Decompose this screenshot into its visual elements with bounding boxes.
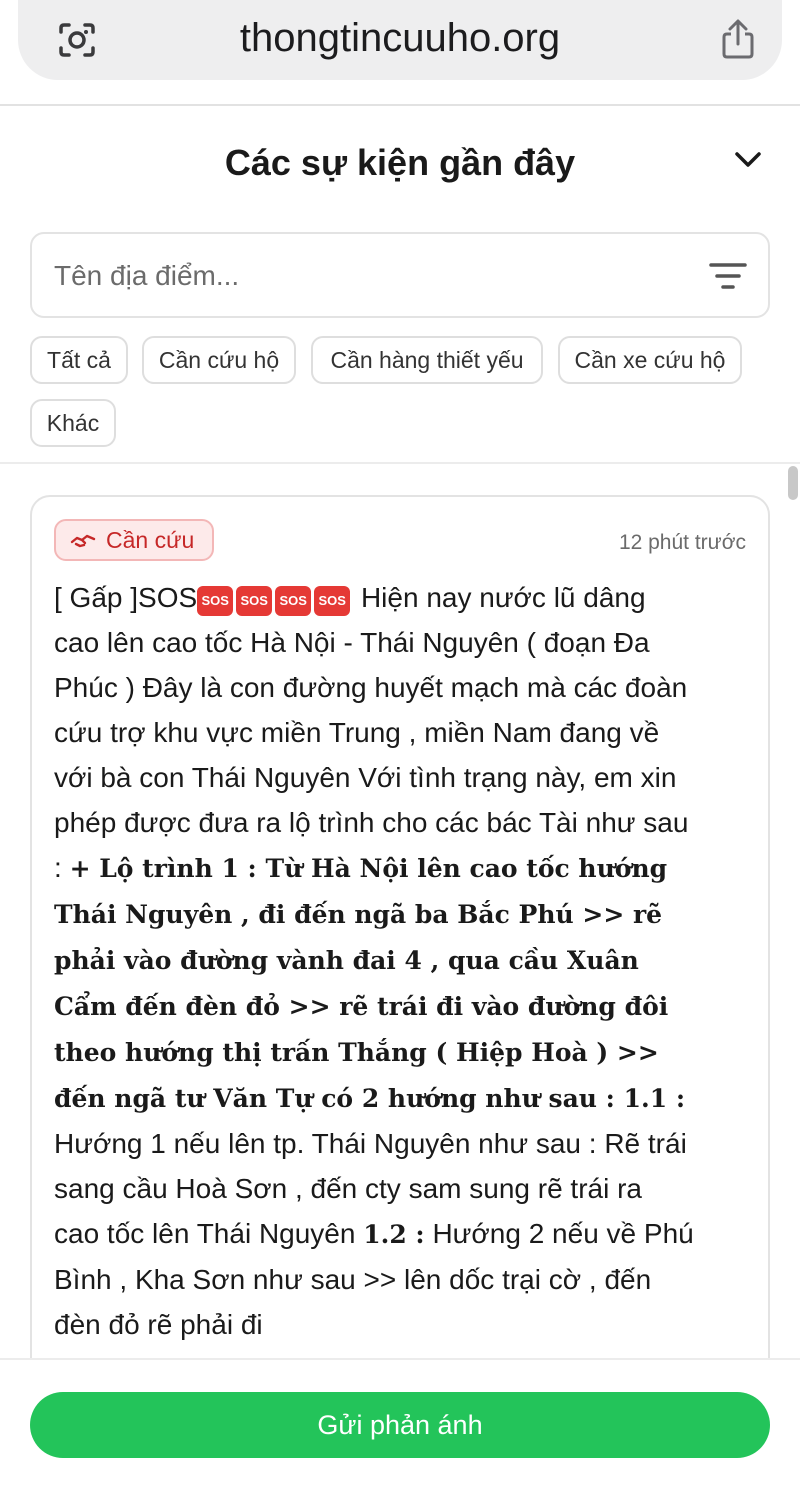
search-input[interactable] <box>54 254 674 298</box>
sos-icon: SOS <box>197 586 234 616</box>
browser-url[interactable]: thongtincuuho.org <box>138 14 662 62</box>
filter-chip-supplies[interactable]: Cần hàng thiết yếu <box>311 336 543 384</box>
filter-chip-all[interactable]: Tất cả <box>30 336 128 384</box>
filter-chip-vehicle[interactable]: Cần xe cứu hộ <box>558 336 742 384</box>
post-timestamp: 12 phút trước <box>618 531 746 554</box>
sos-icon: SOS <box>236 586 273 616</box>
scrollbar[interactable] <box>788 466 798 500</box>
post-text-main: Hiện nay nước lũ dâng cao lên cao tốc Hà… <box>54 582 689 883</box>
sos-icon: SOS <box>275 586 312 616</box>
browser-address-bar: thongtincuuho.org <box>18 0 782 80</box>
post-text-intro: [ Gấp ]SOS <box>54 582 198 613</box>
post-text-route: + Lộ trình 1 : Từ Hà Nội lên cao tốc hướ… <box>54 854 686 1113</box>
share-icon[interactable] <box>718 18 758 60</box>
bottom-bar: Gửi phản ánh <box>0 1358 800 1486</box>
status-badge-label: Cần cứu <box>106 526 195 553</box>
filter-chip-other[interactable]: Khác <box>30 399 116 447</box>
filter-chip-rescue[interactable]: Cần cứu hộ <box>142 336 296 384</box>
chevron-down-icon[interactable] <box>732 146 764 174</box>
search-box <box>30 232 770 318</box>
screenshot-camera-icon[interactable] <box>58 22 96 58</box>
handshake-icon <box>70 534 96 548</box>
divider <box>0 104 800 106</box>
sos-icon: SOS <box>314 586 351 616</box>
post-text: [ Gấp ]SOS SOS SOS SOS SOS Hiện nay nước lũ … <box>54 575 694 1347</box>
status-badge: Cần cứu <box>54 519 215 561</box>
submit-report-button[interactable]: Gửi phản ánh <box>30 1392 770 1458</box>
post-text-route-2: 1.2 : <box>363 1220 425 1249</box>
filter-icon[interactable] <box>708 260 748 292</box>
divider <box>0 462 800 464</box>
page-title: Các sự kiện gần đây <box>224 142 576 183</box>
event-card[interactable]: Cần cứu 12 phút trước [ Gấp ]SOS SOS SOS SO… <box>30 495 770 1486</box>
